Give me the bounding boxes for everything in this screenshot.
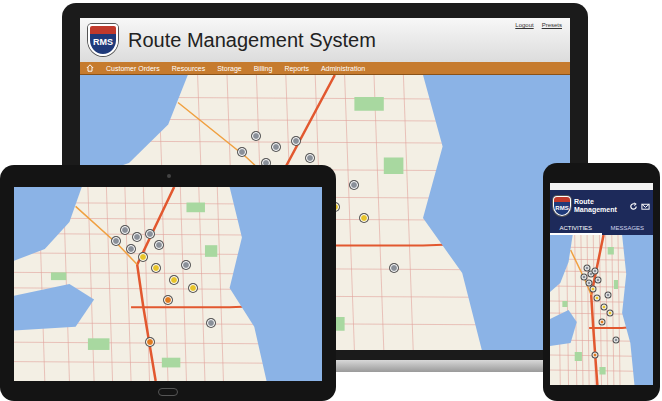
- vehicle-pin[interactable]: [146, 230, 154, 238]
- vehicle-pin[interactable]: [581, 275, 586, 280]
- phone-header: RMSRoute Management: [550, 190, 653, 222]
- nav-item[interactable]: Resources: [172, 65, 205, 72]
- vehicle-pin[interactable]: [587, 281, 592, 286]
- vehicle-pin[interactable]: [605, 293, 610, 298]
- vehicle-pin[interactable]: [146, 338, 154, 346]
- vehicle-pin[interactable]: [593, 353, 598, 358]
- vehicle-pin[interactable]: [585, 266, 590, 271]
- vehicle-pin[interactable]: [121, 226, 129, 234]
- vehicle-pin[interactable]: [306, 154, 314, 162]
- vehicle-pin[interactable]: [112, 237, 120, 245]
- vehicle-pin[interactable]: [599, 320, 604, 325]
- vehicle-pin[interactable]: [272, 143, 280, 151]
- vehicle-pin[interactable]: [133, 233, 141, 241]
- header-link[interactable]: Presets: [542, 22, 562, 28]
- device-showcase: RMS Route Management System Logout Presets C…: [0, 0, 662, 401]
- status-bar: [550, 183, 653, 190]
- vehicle-pin[interactable]: [601, 305, 606, 310]
- vehicle-pin[interactable]: [613, 338, 618, 343]
- street-map-icon: [550, 235, 653, 385]
- tab[interactable]: ACTIVITIES: [550, 222, 602, 235]
- header-link[interactable]: Logout: [515, 22, 533, 28]
- nav-item[interactable]: Storage: [217, 65, 242, 72]
- nav-item[interactable]: Administration: [321, 65, 365, 72]
- vehicle-pin[interactable]: [591, 287, 596, 292]
- header-links: Logout Presets: [515, 20, 562, 28]
- vehicle-pin[interactable]: [182, 261, 190, 269]
- street-map-icon: [14, 187, 322, 381]
- tablet: [0, 165, 336, 401]
- vehicle-pin[interactable]: [238, 148, 246, 156]
- phone: RMSRoute ManagementACTIVITIESMESSAGES: [543, 163, 660, 401]
- vehicle-pin[interactable]: [360, 214, 368, 222]
- app-title: Route Management System: [128, 29, 505, 52]
- vehicle-pin[interactable]: [292, 137, 300, 145]
- vehicle-pin[interactable]: [152, 264, 160, 272]
- tab[interactable]: MESSAGES: [602, 222, 654, 235]
- vehicle-pin[interactable]: [189, 284, 197, 292]
- tablet-screen: [14, 187, 322, 381]
- map-view[interactable]: [14, 187, 322, 381]
- vehicle-pin[interactable]: [596, 278, 601, 283]
- map-view[interactable]: [550, 235, 653, 385]
- main-nav: Customer Orders Resources Storage Billing Re…: [80, 62, 570, 75]
- vehicle-pin[interactable]: [595, 296, 600, 301]
- mail-icon[interactable]: [641, 202, 650, 211]
- vehicle-pin[interactable]: [350, 181, 358, 189]
- vehicle-pin[interactable]: [390, 264, 398, 272]
- app-header: RMS Route Management System Logout Presets: [80, 18, 570, 62]
- refresh-icon[interactable]: [629, 202, 638, 211]
- nav-item[interactable]: Customer Orders: [106, 65, 160, 72]
- vehicle-pin[interactable]: [252, 132, 260, 140]
- nav-item[interactable]: Reports: [284, 65, 309, 72]
- nav-item[interactable]: Billing: [254, 65, 273, 72]
- home-button[interactable]: [158, 388, 178, 396]
- camera-dot: [167, 174, 171, 178]
- phone-screen: RMSRoute ManagementACTIVITIESMESSAGES: [550, 183, 653, 385]
- vehicle-pin[interactable]: [155, 241, 163, 249]
- vehicle-pin[interactable]: [127, 245, 135, 253]
- vehicle-pin[interactable]: [170, 276, 178, 284]
- vehicle-pin[interactable]: [593, 269, 598, 274]
- tab-bar: ACTIVITIESMESSAGES: [550, 222, 653, 235]
- app-title: Route Management: [574, 198, 626, 214]
- vehicle-pin[interactable]: [207, 319, 215, 327]
- vehicle-pin[interactable]: [164, 296, 172, 304]
- vehicle-pin[interactable]: [607, 311, 612, 316]
- rms-logo: RMS: [88, 24, 118, 56]
- rms-logo: RMS: [553, 196, 571, 216]
- vehicle-pin[interactable]: [139, 253, 147, 261]
- home-icon[interactable]: [86, 64, 94, 72]
